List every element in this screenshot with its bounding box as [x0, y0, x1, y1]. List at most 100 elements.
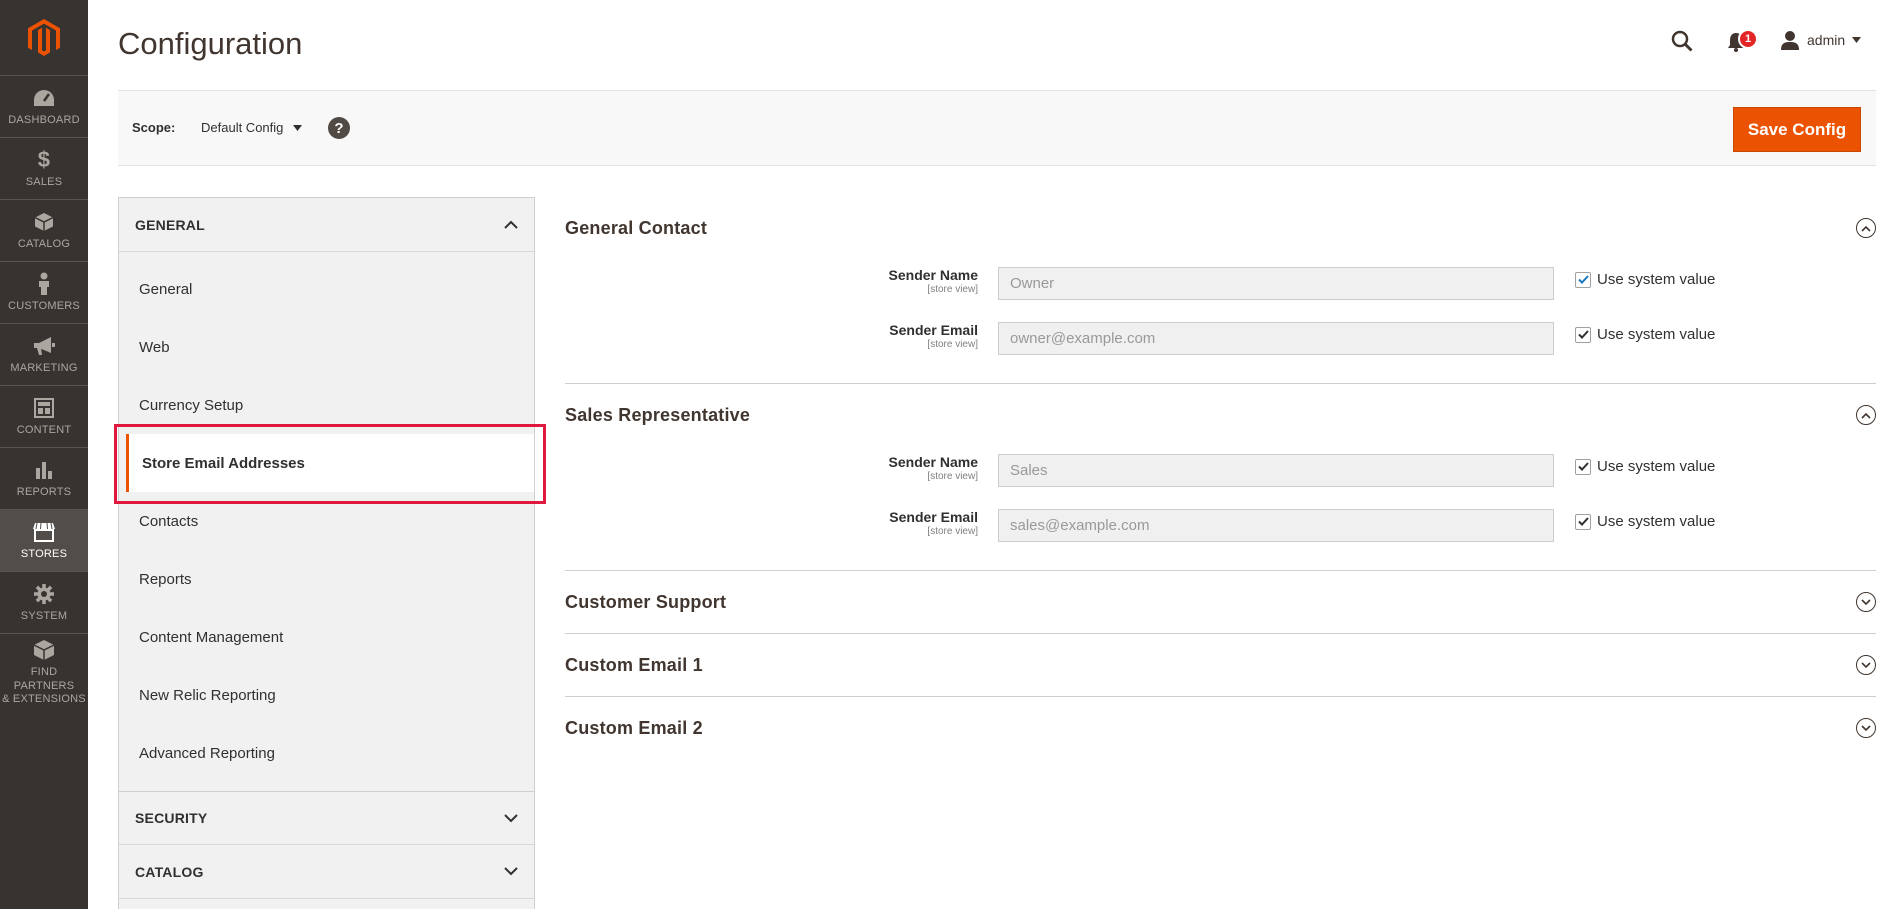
tab-item-label: Web — [139, 338, 170, 356]
sender-name-input[interactable]: Sales — [998, 454, 1554, 487]
megaphone-icon — [32, 334, 56, 358]
notifications-count-badge[interactable]: 1 — [1738, 29, 1758, 49]
section-title: Sales Representative — [565, 404, 751, 425]
section-header[interactable]: Customer Support — [565, 571, 1876, 633]
field-label: Sender Email [store view] — [889, 509, 978, 537]
checkbox-label: Use system value — [1597, 271, 1716, 288]
field-label: Sender Name [store view] — [889, 454, 978, 482]
nav-label: CATALOG — [17, 237, 71, 250]
nav-stores[interactable]: STORES — [0, 509, 88, 571]
use-system-value-checkbox[interactable]: Use system value — [1575, 326, 1715, 343]
nav-customers[interactable]: CUSTOMERS — [0, 261, 88, 323]
caret-down-icon — [1852, 37, 1862, 43]
nav-label: SYSTEM — [20, 609, 68, 622]
expand-icon — [1856, 592, 1876, 612]
extensions-icon — [32, 638, 56, 662]
nav-find-partners[interactable]: FIND PARTNERS & EXTENSIONS — [0, 633, 88, 711]
expand-icon — [1856, 718, 1876, 738]
chevron-up-icon — [504, 220, 518, 229]
sender-name-input[interactable]: Owner — [998, 267, 1554, 300]
field-scope-text: [store view] — [927, 339, 978, 350]
use-system-value-checkbox[interactable]: Use system value — [1575, 271, 1715, 288]
nav-catalog[interactable]: CATALOG — [0, 199, 88, 261]
field-scope-text: [store view] — [927, 471, 978, 482]
section-body: Sender Name [store view] Owner Use syste… — [565, 259, 1876, 383]
nav-reports[interactable]: REPORTS — [0, 447, 88, 509]
dashboard-icon — [32, 86, 56, 110]
box-icon — [32, 210, 56, 234]
admin-nav: DASHBOARD $ SALES CATALOG CUSTOMERS MARK… — [0, 0, 88, 909]
scope-help-icon[interactable]: ? — [328, 117, 350, 139]
person-icon — [32, 272, 56, 296]
nav-label: CONTENT — [16, 423, 72, 436]
scope-switcher[interactable]: Default Config — [201, 120, 303, 135]
section-body: Sender Name [store view] Sales Use syste… — [565, 446, 1876, 570]
tab-group-label: GENERAL — [135, 216, 205, 233]
tab-group-catalog[interactable]: CATALOG — [119, 845, 534, 899]
tab-group-label: SECURITY — [135, 810, 208, 826]
layout-icon — [32, 396, 56, 420]
tab-item-reports[interactable]: Reports — [119, 550, 534, 608]
tab-group-security[interactable]: SECURITY — [119, 791, 534, 845]
checkbox-checked-icon — [1575, 513, 1591, 530]
chevron-down-icon — [504, 867, 518, 876]
nav-marketing[interactable]: MARKETING — [0, 323, 88, 385]
magento-logo[interactable] — [0, 0, 88, 75]
nav-dashboard[interactable]: DASHBOARD — [0, 75, 88, 137]
nav-label: CUSTOMERS — [8, 299, 80, 312]
dollar-icon: $ — [37, 146, 51, 172]
checkbox-label: Use system value — [1597, 458, 1716, 475]
tab-item-label: Content Management — [139, 628, 284, 646]
section-header[interactable]: Sales Representative — [565, 384, 1876, 446]
tab-item-label: Store Email Addresses — [142, 454, 305, 472]
scope-label: Scope: — [132, 120, 176, 135]
nav-system[interactable]: SYSTEM — [0, 571, 88, 633]
search-icon — [1671, 30, 1693, 52]
tab-item-label: Contacts — [139, 512, 199, 530]
section-header[interactable]: Custom Email 2 — [565, 697, 1876, 759]
use-system-value-checkbox[interactable]: Use system value — [1575, 513, 1715, 530]
tab-item-contacts[interactable]: Contacts — [119, 492, 534, 550]
global-search-button[interactable] — [1671, 30, 1693, 57]
section-title: General Contact — [565, 217, 708, 238]
use-system-value-checkbox[interactable]: Use system value — [1575, 458, 1715, 475]
nav-label: & EXTENSIONS — [2, 693, 86, 706]
general-tab-items: General Web Currency Setup Store Email A… — [119, 252, 534, 791]
section-header[interactable]: Custom Email 1 — [565, 634, 1876, 696]
field-label-text: Sender Email — [889, 322, 978, 338]
tab-item-content-management[interactable]: Content Management — [119, 608, 534, 666]
page-title: Configuration — [118, 26, 303, 61]
sender-email-input[interactable]: sales@example.com — [998, 509, 1554, 542]
collapse-icon — [1856, 405, 1876, 425]
section-header[interactable]: General Contact — [565, 197, 1876, 259]
scope-value: Default Config — [201, 120, 284, 135]
admin-user-menu[interactable]: admin — [1780, 30, 1862, 50]
tab-group-label: CATALOG — [135, 863, 204, 880]
field-label: Sender Name [store view] — [889, 267, 978, 295]
nav-label: REPORTS — [16, 485, 72, 498]
tab-item-currency-setup[interactable]: Currency Setup — [119, 376, 534, 434]
section-title: Custom Email 1 — [565, 654, 703, 675]
nav-sales[interactable]: $ SALES — [0, 137, 88, 199]
tab-group-general[interactable]: GENERAL — [119, 198, 534, 252]
field-sender-email: Sender Email [store view] owner@example.… — [565, 314, 1876, 369]
nav-content[interactable]: CONTENT — [0, 385, 88, 447]
save-config-button[interactable]: Save Config — [1733, 107, 1861, 152]
tab-item-store-email-addresses[interactable]: Store Email Addresses — [126, 434, 534, 492]
section-title: Customer Support — [565, 591, 727, 612]
field-scope-text: [store view] — [927, 526, 978, 537]
gear-icon — [32, 582, 56, 606]
sender-email-input[interactable]: owner@example.com — [998, 322, 1554, 355]
tab-item-web[interactable]: Web — [119, 318, 534, 376]
magento-logo-icon — [28, 18, 60, 56]
tab-item-new-relic-reporting[interactable]: New Relic Reporting — [119, 666, 534, 724]
scope-bar: Scope: Default Config ? Save Config — [118, 90, 1876, 166]
checkbox-checked-icon — [1575, 458, 1591, 475]
section-customer-support: Customer Support — [565, 571, 1876, 634]
storefront-icon — [32, 520, 56, 544]
section-sales-representative: Sales Representative Sender Name [store … — [565, 384, 1876, 571]
tab-item-advanced-reporting[interactable]: Advanced Reporting — [119, 724, 534, 782]
tab-item-general[interactable]: General — [119, 260, 534, 318]
checkbox-label: Use system value — [1597, 326, 1716, 343]
checkbox-label: Use system value — [1597, 513, 1716, 530]
